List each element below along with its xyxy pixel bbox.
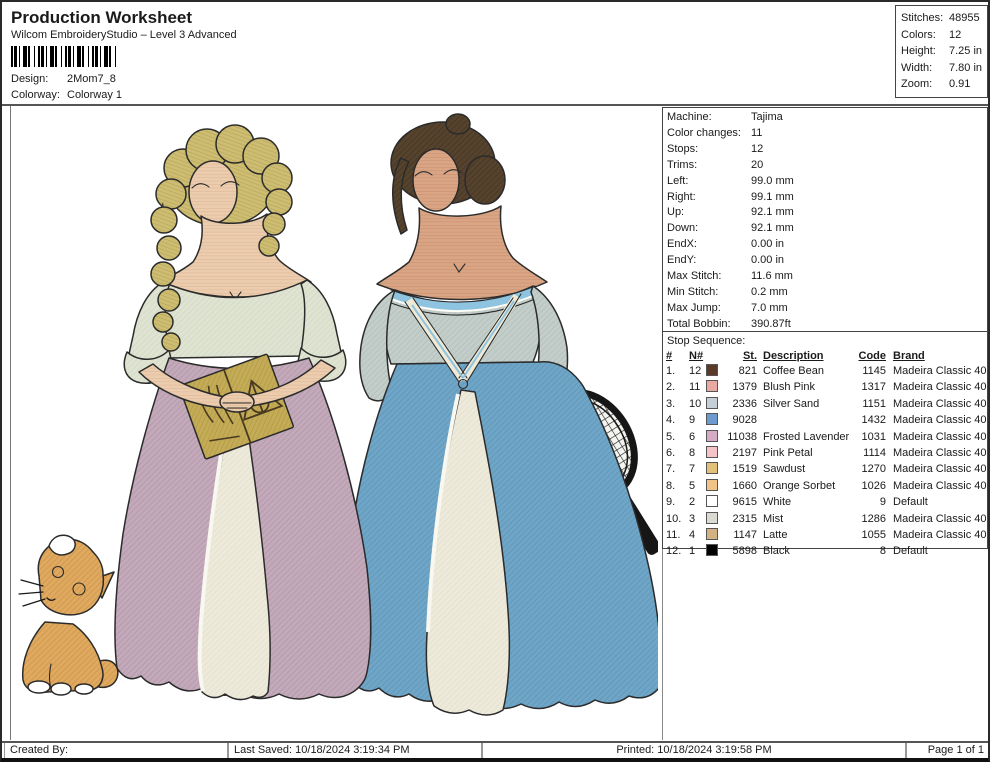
stat-row: Height: 7.25 in <box>901 45 983 57</box>
machine-info-row: Up: 92.1 mm <box>667 206 794 219</box>
stop-sequence-panel: Stop Sequence: # N# St. Description Code… <box>662 331 988 557</box>
stop-sequence-header: # N# St. Description Code Brand <box>666 350 925 362</box>
colorway-row: Colorway: Colorway 1 <box>11 89 122 101</box>
machine-info-row: Machine: Tajima <box>667 111 783 123</box>
thread-color-swatch <box>706 446 718 459</box>
thread-color-swatch <box>706 364 718 376</box>
stop-sequence-row: 11. 4 1147 Latte 1055 Madeira Classic 40 <box>666 528 987 542</box>
embroidery-design-preview <box>18 113 662 716</box>
stat-row: Colors: 12 <box>901 28 962 41</box>
barcode <box>11 46 117 67</box>
thread-color-swatch <box>706 511 718 524</box>
stop-sequence-row: 7. 7 1519 Sawdust 1270 Madeira Classic 40 <box>666 462 987 476</box>
stop-sequence-row: 5. 6 11038 Frosted Lavender 1031 Madeira Clas… <box>666 429 987 443</box>
footer-created-by: Created By: <box>4 743 228 758</box>
stop-sequence-row: 4. 9 9028 1432 Madeira Classic 40 <box>666 413 987 427</box>
stat-row: Width: 7.80 in <box>901 61 983 74</box>
stop-sequence-row: 10. 3 2315 Mist 1286 Madeira Classic 40 <box>666 511 987 525</box>
production-worksheet-page: Production Worksheet Wilcom EmbroiderySt… <box>0 0 990 762</box>
machine-info-row: EndX: 0.00 in <box>667 238 785 251</box>
machine-info-row: Min Stitch: 0.2 mm <box>667 285 788 298</box>
footer-bar: Created By: Last Saved: 10/18/2024 3:19:… <box>4 743 988 758</box>
software-subtitle: Wilcom EmbroideryStudio – Level 3 Advanc… <box>11 29 237 41</box>
machine-info-row: Max Stitch: 11.6 mm <box>667 270 793 283</box>
stat-row: Zoom: 0.91 <box>901 78 971 90</box>
stop-sequence-row: 2. 11 1379 Blush Pink 1317 Madeira Classic 40 <box>666 380 987 394</box>
thread-color-swatch <box>706 380 718 393</box>
machine-info-panel: Machine: Tajima Color changes: 11 Stops: 12… <box>662 107 988 332</box>
design-figure-cat <box>18 534 119 696</box>
face <box>412 148 460 212</box>
stop-sequence-row: 1. 12 821 Coffee Bean 1145 Madeira Classic 40 <box>666 364 987 377</box>
stop-sequence-row: 3. 10 2336 Silver Sand 1151 Madeira Classic 4… <box>666 396 987 410</box>
machine-info-row: Max Jump: 7.0 mm <box>667 301 788 314</box>
thread-color-swatch <box>706 495 718 508</box>
thread-color-swatch <box>706 462 718 475</box>
colorway-value: Colorway 1 <box>67 89 123 101</box>
design-canvas <box>10 106 662 740</box>
design-stats-box: Stitches: 48955 Colors: 12 Height: 7.25 in … <box>895 5 988 98</box>
panel-divider-line <box>662 549 663 740</box>
machine-info-row: Stops: 12 <box>667 142 764 155</box>
thread-color-swatch <box>706 429 718 442</box>
page-title: Production Worksheet <box>11 8 193 27</box>
thread-color-swatch <box>706 396 718 409</box>
hands <box>219 391 255 413</box>
design-name-row: Design: 2Mom7_8 <box>11 73 116 85</box>
thread-color-swatch <box>706 528 718 541</box>
stat-row: Stitches: 48955 <box>901 12 980 24</box>
machine-info-row: Right: 99.1 mm <box>667 190 794 203</box>
stop-sequence-row: 8. 5 1660 Orange Sorbet 1026 Madeira Classic … <box>666 478 987 492</box>
design-figure-left-woman <box>114 124 372 701</box>
footer-last-saved: Last Saved: 10/18/2024 3:19:34 PM <box>228 743 482 758</box>
design-value: 2Mom7_8 <box>67 73 116 85</box>
machine-info-row: EndY: 0.00 in <box>667 254 785 267</box>
stop-sequence-row: 9. 2 9615 White 9 Default <box>666 495 928 509</box>
machine-info-row: Trims: 20 <box>667 158 764 171</box>
thread-color-swatch <box>706 544 718 557</box>
footer-printed: Printed: 10/18/2024 3:19:58 PM <box>482 743 906 758</box>
colorway-label: Colorway: <box>11 89 60 101</box>
face <box>188 160 238 224</box>
machine-info-row: Color changes: 11 <box>667 126 763 139</box>
machine-info-row: Down: 92.1 mm <box>667 222 794 235</box>
footer-page-number: Page 1 of 1 <box>906 743 988 758</box>
thread-color-swatch <box>706 413 718 426</box>
stop-sequence-row: 6. 8 2197 Pink Petal 1114 Madeira Classic 40 <box>666 446 987 460</box>
thread-color-swatch <box>706 478 718 491</box>
machine-info-row: Left: 99.0 mm <box>667 174 794 187</box>
design-label: Design: <box>11 73 49 85</box>
stop-sequence-row: 12. 1 5898 Black 8 Default <box>666 544 928 558</box>
stop-sequence-title: Stop Sequence: <box>667 335 746 347</box>
